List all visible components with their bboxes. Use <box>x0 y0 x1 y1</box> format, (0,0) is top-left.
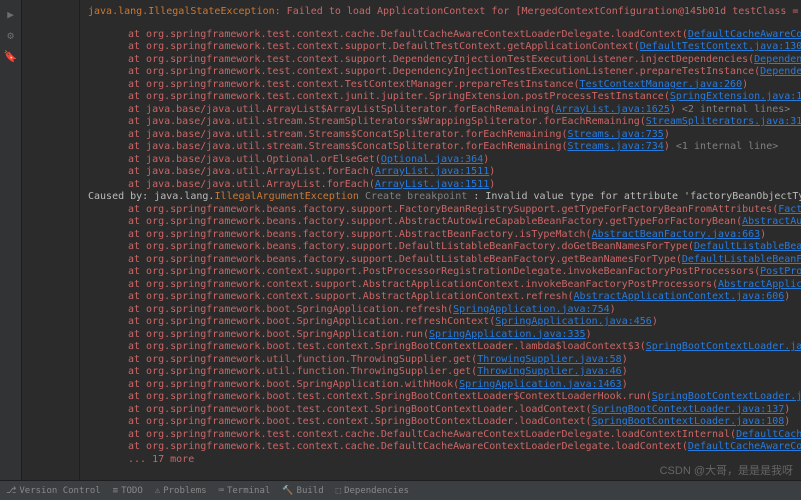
stack-frame: at org.springframework.beans.factory.sup… <box>88 204 793 217</box>
tab-dependencies[interactable]: ⬚Dependencies <box>336 486 409 496</box>
source-link[interactable]: SpringExtension.java:163 <box>670 91 801 102</box>
source-link[interactable]: Streams.java:735 <box>568 129 664 140</box>
tab-build[interactable]: 🔨Build <box>282 486 323 496</box>
create-breakpoint-link[interactable]: Create breakpoint <box>359 191 473 202</box>
source-link[interactable]: DefaultCacheAwareContextLoaderDelegate.j… <box>688 29 801 40</box>
stack-frame: at org.springframework.util.function.Thr… <box>88 366 793 379</box>
stack-frame: at org.springframework.test.context.supp… <box>88 41 793 54</box>
stack-frame: at org.springframework.test.context.supp… <box>88 54 793 67</box>
stack-frame: at java.base/java.util.ArrayList.forEach… <box>88 166 793 179</box>
stack-frame: at org.springframework.test.context.cach… <box>88 441 793 454</box>
source-link[interactable]: Optional.java:364 <box>381 154 483 165</box>
stack-frame: at java.base/java.util.Optional.orElseGe… <box>88 154 793 167</box>
stack-frame: at org.springframework.boot.test.context… <box>88 416 793 429</box>
source-link[interactable]: DefaultListableBeanFactory.java:534 <box>682 254 801 265</box>
source-link[interactable]: SpringBootContextLoader.java:137 <box>592 404 785 415</box>
stack-frame: at org.springframework.boot.SpringApplic… <box>88 304 793 317</box>
source-link[interactable]: SpringBootContextLoader.java:108 <box>592 416 785 427</box>
source-link[interactable]: SpringApplication.java:456 <box>495 316 652 327</box>
stack-frame: at org.springframework.boot.test.context… <box>88 404 793 417</box>
source-link[interactable]: DefaultTestContext.java:130 <box>640 41 801 52</box>
stack-frame: at org.springframework.util.function.Thr… <box>88 354 793 367</box>
source-link[interactable]: ArrayList.java:1511 <box>375 166 489 177</box>
stack-frame: at java.base/java.util.stream.Streams$Co… <box>88 129 793 142</box>
source-link[interactable]: DependencyInjectionTestExecutionListener… <box>760 66 801 77</box>
source-link[interactable]: TestContextManager.java:260 <box>580 79 743 90</box>
bookmark-icon[interactable]: 🔖 <box>0 50 21 63</box>
stack-frame: at org.springframework.beans.factory.sup… <box>88 254 793 267</box>
source-link[interactable]: StreamSpliterators.java:310 <box>646 116 801 127</box>
source-link[interactable]: SpringBootContextLoader.java:137 <box>646 341 801 352</box>
stack-frame: at org.springframework.beans.factory.sup… <box>88 216 793 229</box>
stack-frame: at org.springframework.boot.SpringApplic… <box>88 316 793 329</box>
stack-frame: at org.springframework.context.support.P… <box>88 266 793 279</box>
source-link[interactable]: ThrowingSupplier.java:46 <box>477 366 622 377</box>
source-link[interactable]: DefaultCacheAwareContextLoaderDelegate.j… <box>736 429 801 440</box>
tab-problems[interactable]: ⚠Problems <box>155 486 207 496</box>
status-bar: ⎇Version Control ≡TODO ⚠Problems ⌨Termin… <box>0 480 801 500</box>
stack-frame: at org.springframework.test.context.cach… <box>88 429 793 442</box>
sidebar-tab-bookmarks[interactable]: Bookmarks Structure <box>0 338 3 452</box>
source-link[interactable]: AbstractApplicationContext.java:788 <box>718 279 801 290</box>
stack-frame: at org.springframework.context.support.A… <box>88 291 793 304</box>
source-link[interactable]: ArrayList.java:1511 <box>375 179 489 190</box>
stack-frame: at java.base/java.util.stream.Streams$Co… <box>88 141 793 154</box>
stack-frame: at java.base/java.util.ArrayList$ArrayLi… <box>88 104 793 117</box>
tab-version-control[interactable]: ⎇Version Control <box>6 486 101 496</box>
editor-gutter <box>22 0 80 500</box>
stack-frame: at org.springframework.test.context.cach… <box>88 29 793 42</box>
stack-frame: at org.springframework.boot.SpringApplic… <box>88 329 793 342</box>
stack-frame: at org.springframework.beans.factory.sup… <box>88 229 793 242</box>
source-link[interactable]: AbstractApplicationContext.java:606 <box>574 291 785 302</box>
stack-frame: at org.springframework.boot.test.context… <box>88 341 793 354</box>
source-link[interactable]: ThrowingSupplier.java:58 <box>477 354 622 365</box>
stack-frame: at org.springframework.beans.factory.sup… <box>88 241 793 254</box>
tool-window-bar: ▶ ⚙ 🔖 <box>0 0 22 500</box>
source-link[interactable]: SpringApplication.java:335 <box>429 329 586 340</box>
tab-todo[interactable]: ≡TODO <box>113 486 143 496</box>
source-link[interactable]: DependencyInjectionTestExecutionListener… <box>754 54 801 65</box>
source-link[interactable]: Streams.java:734 <box>568 141 664 152</box>
stack-frame: at org.springframework.boot.SpringApplic… <box>88 379 793 392</box>
settings-icon[interactable]: ⚙ <box>0 29 21 42</box>
tab-terminal[interactable]: ⌨Terminal <box>219 486 271 496</box>
caused-by-line: Caused by: java.lang.IllegalArgumentExce… <box>88 191 793 204</box>
source-link[interactable]: PostProcessorRegistrationDelegate.java:1… <box>760 266 801 277</box>
stack-frame: at org.springframework.test.context.supp… <box>88 66 793 79</box>
source-link[interactable]: FactoryBeanRegistrySupport.java:86 <box>778 204 801 215</box>
source-link[interactable]: AbstractAutowireCapableBeanFactory.java:… <box>742 216 801 227</box>
source-link[interactable]: ArrayList.java:1625 <box>555 104 669 115</box>
stack-frame: at java.base/java.util.ArrayList.forEach… <box>88 179 793 192</box>
source-link[interactable]: DefaultListableBeanFactory.java:575 <box>694 241 801 252</box>
stack-frame: at org.springframework.boot.test.context… <box>88 391 793 404</box>
stack-frame: at org.springframework.test.context.juni… <box>88 91 793 104</box>
run-icon[interactable]: ▶ <box>0 8 21 21</box>
console-output[interactable]: java.lang.IllegalStateException: Failed … <box>80 0 801 480</box>
stack-frame: at java.base/java.util.stream.StreamSpli… <box>88 116 793 129</box>
stack-frame: at org.springframework.context.support.A… <box>88 279 793 292</box>
source-link[interactable]: DefaultCacheAwareContextLoaderDelegate.j… <box>688 441 801 452</box>
source-link[interactable]: SpringApplication.java:754 <box>453 304 610 315</box>
source-link[interactable]: SpringBootContextLoader.java:553 <box>652 391 801 402</box>
source-link[interactable]: AbstractBeanFactory.java:663 <box>592 229 761 240</box>
watermark-text: CSDN @大哥，是是是我呀 <box>660 462 793 478</box>
source-link[interactable]: SpringApplication.java:1463 <box>459 379 622 390</box>
exception-header: java.lang.IllegalStateException: Failed … <box>88 6 793 19</box>
stack-frame: at org.springframework.test.context.Test… <box>88 79 793 92</box>
